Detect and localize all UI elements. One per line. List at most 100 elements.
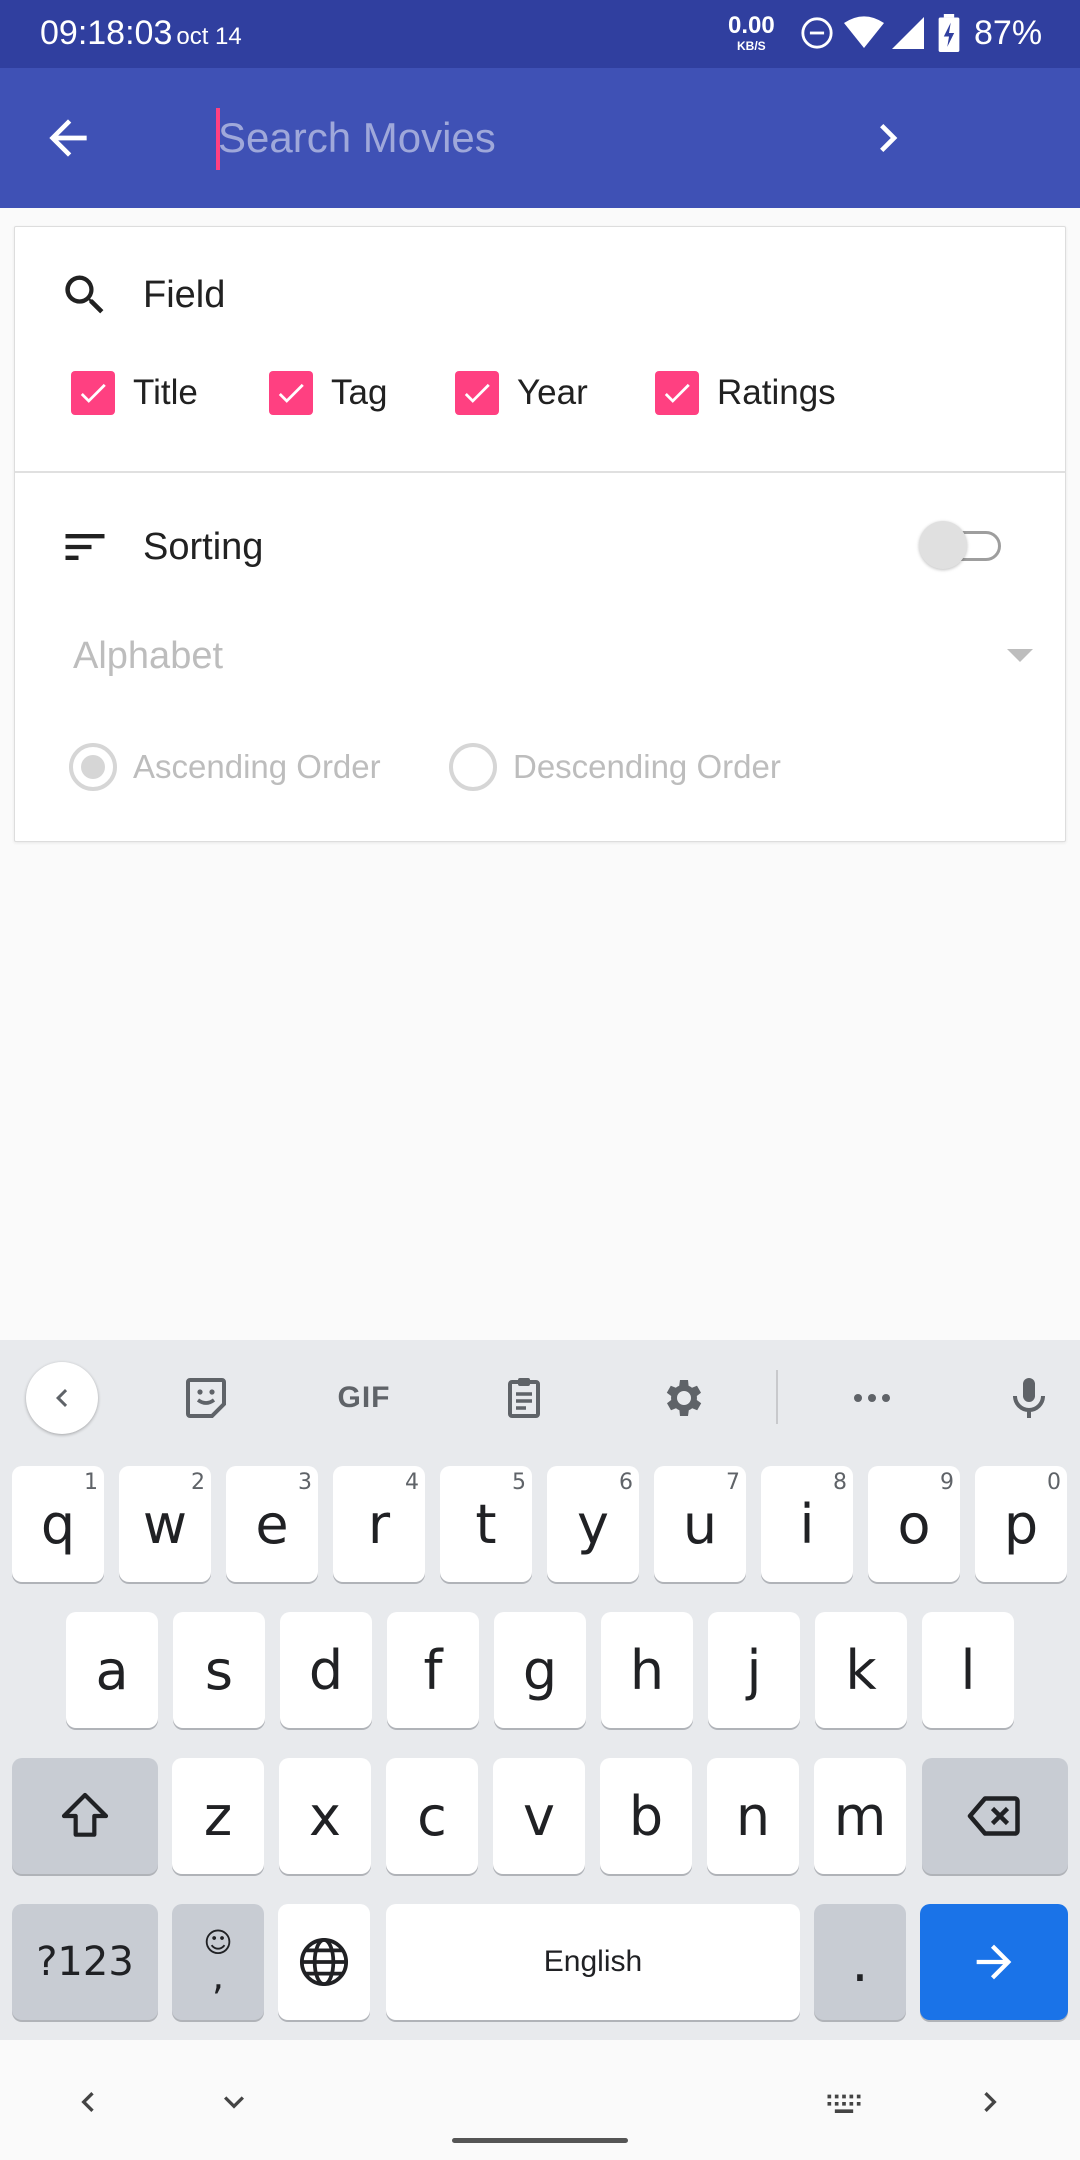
more-button[interactable] <box>842 1368 902 1428</box>
chevron-left-icon <box>56 1389 68 1407</box>
search-input[interactable] <box>218 104 858 172</box>
sort-icon <box>65 534 105 560</box>
period-label: . <box>851 1930 869 1994</box>
gif-button[interactable]: GIF <box>334 1368 394 1428</box>
key-label: v <box>523 1784 555 1848</box>
key-label: z <box>203 1784 233 1848</box>
key-r[interactable]: r4 <box>333 1466 425 1582</box>
key-n[interactable]: n <box>707 1758 799 1874</box>
speed-value: 0.00 <box>728 12 775 39</box>
key-label: d <box>308 1638 344 1702</box>
key-t[interactable]: t5 <box>440 1466 532 1582</box>
key-hint: 7 <box>726 1470 740 1495</box>
sorting-label: Sorting <box>143 525 264 568</box>
space-key[interactable]: English <box>386 1904 800 2020</box>
key-a[interactable]: a <box>66 1612 158 1728</box>
key-label: a <box>95 1638 129 1702</box>
key-d[interactable]: d <box>280 1612 372 1728</box>
key-i[interactable]: i8 <box>761 1466 853 1582</box>
key-hint: 9 <box>940 1470 954 1495</box>
key-l[interactable]: l <box>922 1612 1014 1728</box>
checkbox-checked-icon <box>269 371 313 415</box>
key-x[interactable]: x <box>279 1758 371 1874</box>
checkbox-label: Tag <box>331 373 388 412</box>
radio-descending[interactable]: Descending Order <box>449 737 781 797</box>
key-o[interactable]: o9 <box>868 1466 960 1582</box>
symbols-key[interactable]: ?123 <box>12 1904 158 2020</box>
next-button[interactable] <box>860 110 916 166</box>
key-hint: 8 <box>833 1470 847 1495</box>
chevron-down-icon <box>224 2096 244 2109</box>
key-s[interactable]: s <box>173 1612 265 1728</box>
nav-back-button[interactable] <box>66 2080 110 2124</box>
emoji-comma-key[interactable]: ☺ , <box>172 1904 264 2020</box>
battery-charging-icon <box>938 14 960 57</box>
key-f[interactable]: f <box>387 1612 479 1728</box>
nav-forward-button[interactable] <box>968 2080 1012 2124</box>
settings-button[interactable] <box>652 1368 712 1428</box>
text-cursor <box>216 108 220 170</box>
keyboard-icon <box>827 2094 861 2113</box>
checkbox-ratings[interactable]: Ratings <box>655 363 836 423</box>
key-h[interactable]: h <box>601 1612 693 1728</box>
soft-keyboard: GIF q1w2e3r4t5y6u7i8o9p0 asdfghjkl zxcvb… <box>0 1340 1080 2040</box>
home-handle[interactable] <box>452 2138 628 2143</box>
clipboard-icon <box>508 1378 540 1418</box>
toggle-thumb <box>919 521 967 569</box>
key-label: n <box>735 1784 771 1848</box>
key-w[interactable]: w2 <box>119 1466 211 1582</box>
key-u[interactable]: u7 <box>654 1466 746 1582</box>
radio-ascending[interactable]: Ascending Order <box>69 737 381 797</box>
key-label: m <box>833 1784 887 1848</box>
key-m[interactable]: m <box>814 1758 906 1874</box>
key-y[interactable]: y6 <box>547 1466 639 1582</box>
navigation-bar <box>0 2040 1080 2160</box>
field-section-header: Field <box>59 263 225 327</box>
toolbar-separator <box>776 1370 778 1424</box>
key-z[interactable]: z <box>172 1758 264 1874</box>
clipboard-button[interactable] <box>494 1368 554 1428</box>
checkbox-title[interactable]: Title <box>71 363 198 423</box>
keyboard-switch-button[interactable] <box>822 2080 866 2124</box>
key-label: h <box>629 1638 665 1702</box>
checkbox-year[interactable]: Year <box>455 363 588 423</box>
radio-label: Descending Order <box>513 748 781 785</box>
checkbox-label: Ratings <box>717 373 836 412</box>
key-j[interactable]: j <box>708 1612 800 1728</box>
shift-key[interactable] <box>12 1758 158 1874</box>
key-e[interactable]: e3 <box>226 1466 318 1582</box>
key-c[interactable]: c <box>386 1758 478 1874</box>
space-label: English <box>543 1945 643 1978</box>
period-key[interactable]: . <box>814 1904 906 2020</box>
sort-by-value: Alphabet <box>73 635 224 677</box>
sticker-button[interactable] <box>176 1368 236 1428</box>
key-b[interactable]: b <box>600 1758 692 1874</box>
collapse-toolbar-button[interactable] <box>26 1362 98 1434</box>
status-time: 09:18:03 oct 14 <box>40 14 242 53</box>
language-key[interactable] <box>278 1904 370 2020</box>
sort-by-dropdown[interactable]: Alphabet <box>73 623 1043 695</box>
voice-input-button[interactable] <box>999 1368 1059 1428</box>
field-checkboxes: Title Tag Year Ratings <box>71 363 1051 423</box>
key-label: l <box>960 1638 976 1702</box>
key-k[interactable]: k <box>815 1612 907 1728</box>
key-v[interactable]: v <box>493 1758 585 1874</box>
hide-keyboard-button[interactable] <box>212 2080 256 2124</box>
sorting-section-header: Sorting <box>59 511 263 583</box>
key-hint: 2 <box>191 1470 205 1495</box>
enter-key[interactable] <box>920 1904 1068 2020</box>
back-button[interactable] <box>40 110 96 166</box>
checkbox-tag[interactable]: Tag <box>269 363 387 423</box>
status-bar: 09:18:03 oct 14 0.00 KB/S 87% <box>0 0 1080 68</box>
backspace-key[interactable] <box>922 1758 1068 1874</box>
key-label: s <box>204 1638 234 1702</box>
key-label: o <box>897 1492 931 1556</box>
sorting-toggle[interactable] <box>919 515 1015 575</box>
key-g[interactable]: g <box>494 1612 586 1728</box>
key-label: c <box>417 1784 447 1848</box>
key-q[interactable]: q1 <box>12 1466 104 1582</box>
key-label: j <box>746 1638 762 1702</box>
key-hint: 5 <box>512 1470 526 1495</box>
key-p[interactable]: p0 <box>975 1466 1067 1582</box>
checkbox-checked-icon <box>71 371 115 415</box>
